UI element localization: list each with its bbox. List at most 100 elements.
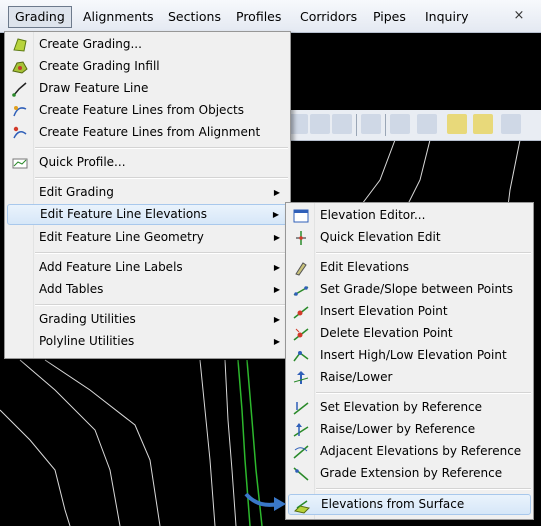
menu-item-label: Add Tables <box>39 282 104 296</box>
feature-lines-from-alignment-icon <box>11 124 28 141</box>
menu-separator <box>35 177 288 179</box>
menu-item-label: Raise/Lower <box>320 370 393 384</box>
menu-item-delete-elevation-point[interactable]: Delete Elevation Point <box>288 323 531 344</box>
menu-pipes[interactable]: Pipes <box>367 7 412 27</box>
menu-item-feature-lines-from-objects[interactable]: Create Feature Lines from Objects <box>7 100 288 121</box>
toolbar-button[interactable] <box>501 114 521 134</box>
menu-item-label: Quick Elevation Edit <box>320 230 441 244</box>
toolbar-button[interactable] <box>447 114 467 134</box>
menu-item-grading-utilities[interactable]: Grading Utilities ▶ <box>7 309 288 330</box>
elevation-editor-icon <box>292 207 309 224</box>
menu-grading[interactable]: Grading <box>8 6 72 28</box>
menu-item-label: Set Grade/Slope between Points <box>320 282 514 296</box>
menu-item-create-grading[interactable]: Create Grading... <box>7 34 288 55</box>
toolbar-button[interactable] <box>390 114 410 134</box>
grade-extension-icon <box>292 465 309 482</box>
menu-item-elevations-from-surface[interactable]: Elevations from Surface <box>288 494 531 515</box>
menu-item-label: Edit Elevations <box>320 260 410 274</box>
menu-sections[interactable]: Sections <box>162 7 227 27</box>
quick-profile-icon <box>11 154 28 171</box>
menu-inquiry[interactable]: Inquiry <box>419 7 474 27</box>
menu-item-label: Insert Elevation Point <box>320 304 448 318</box>
menu-item-polyline-utilities[interactable]: Polyline Utilities ▶ <box>7 331 288 352</box>
raise-lower-by-reference-icon <box>292 421 309 438</box>
menu-item-grade-extension[interactable]: Grade Extension by Reference <box>288 463 531 484</box>
create-grading-icon <box>11 36 28 53</box>
menu-item-elevation-editor[interactable]: Elevation Editor... <box>288 205 531 226</box>
raise-lower-icon <box>292 369 309 386</box>
menu-separator <box>316 252 531 254</box>
toolbar-button[interactable] <box>332 114 352 134</box>
menu-corridors[interactable]: Corridors <box>294 7 363 27</box>
close-icon[interactable]: × <box>512 9 526 23</box>
menu-item-label: Create Feature Lines from Alignment <box>39 125 261 139</box>
menu-item-quick-elevation-edit[interactable]: Quick Elevation Edit <box>288 227 531 248</box>
edit-elevations-icon <box>292 259 309 276</box>
elevations-from-surface-icon <box>293 497 310 514</box>
toolbar-button[interactable] <box>417 114 437 134</box>
menu-item-label: Raise/Lower by Reference <box>320 422 476 436</box>
toolbar-separator <box>356 114 357 136</box>
quick-elevation-edit-icon <box>292 229 309 246</box>
menu-item-label: Grade Extension by Reference <box>320 466 503 480</box>
menu-item-label: Create Grading... <box>39 37 142 51</box>
menu-alignments[interactable]: Alignments <box>77 7 160 27</box>
menu-separator <box>35 304 288 306</box>
toolbar-button[interactable] <box>310 114 330 134</box>
menu-item-label: Create Grading Infill <box>39 59 160 73</box>
menu-item-raise-lower[interactable]: Raise/Lower <box>288 367 531 388</box>
menu-profiles[interactable]: Profiles <box>230 7 287 27</box>
menu-item-label: Set Elevation by Reference <box>320 400 483 414</box>
menu-item-label: Adjacent Elevations by Reference <box>320 444 522 458</box>
menu-item-insert-elevation-point[interactable]: Insert Elevation Point <box>288 301 531 322</box>
toolbar-button[interactable] <box>361 114 381 134</box>
menu-item-edit-elevations[interactable]: Edit Elevations <box>288 257 531 278</box>
submenu-arrow-icon: ▶ <box>273 337 280 346</box>
menu-item-insert-high-low-point[interactable]: Insert High/Low Elevation Point <box>288 345 531 366</box>
menu-item-label: Quick Profile... <box>39 155 126 169</box>
menu-separator <box>35 147 288 149</box>
grading-dropdown-menu: Create Grading... Create Grading Infill … <box>4 31 291 359</box>
menu-item-label: Polyline Utilities <box>39 334 135 348</box>
menu-separator <box>316 488 531 490</box>
toolbar-button[interactable] <box>288 114 308 134</box>
menu-item-label: Insert High/Low Elevation Point <box>320 348 507 362</box>
menu-separator <box>316 392 531 394</box>
menu-item-label: Add Feature Line Labels <box>39 260 183 274</box>
toolbar-separator <box>385 114 386 136</box>
menu-item-raise-lower-by-reference[interactable]: Raise/Lower by Reference <box>288 419 531 440</box>
grading-infill-icon <box>11 58 28 75</box>
menu-item-label: Create Feature Lines from Objects <box>39 103 244 117</box>
toolbar-button[interactable] <box>473 114 493 134</box>
insert-elevation-point-icon <box>292 303 309 320</box>
submenu-arrow-icon: ▶ <box>273 233 280 242</box>
menu-item-label: Delete Elevation Point <box>320 326 453 340</box>
submenu-arrow-icon: ▶ <box>272 210 279 219</box>
menu-separator <box>35 252 288 254</box>
menu-item-add-tables[interactable]: Add Tables ▶ <box>7 279 288 300</box>
pointer-arrow-icon <box>244 492 286 511</box>
menu-item-adjacent-elevations[interactable]: Adjacent Elevations by Reference <box>288 441 531 462</box>
menu-item-set-grade-slope[interactable]: Set Grade/Slope between Points <box>288 279 531 300</box>
menu-item-set-elevation-by-reference[interactable]: Set Elevation by Reference <box>288 397 531 418</box>
menu-item-draw-feature-line[interactable]: Draw Feature Line <box>7 78 288 99</box>
set-grade-slope-icon <box>292 281 309 298</box>
delete-elevation-point-icon <box>292 325 309 342</box>
menu-item-label: Edit Grading <box>39 185 114 199</box>
menu-item-create-grading-infill[interactable]: Create Grading Infill <box>7 56 288 77</box>
menu-item-feature-lines-from-alignment[interactable]: Create Feature Lines from Alignment <box>7 122 288 143</box>
insert-high-low-point-icon <box>292 347 309 364</box>
menu-bar: Grading Alignments Sections Profiles Cor… <box>0 0 541 33</box>
submenu-arrow-icon: ▶ <box>273 315 280 324</box>
adjacent-elevations-icon <box>292 443 309 460</box>
menu-item-add-feature-line-labels[interactable]: Add Feature Line Labels ▶ <box>7 257 288 278</box>
menu-item-label: Draw Feature Line <box>39 81 149 95</box>
menu-item-quick-profile[interactable]: Quick Profile... <box>7 152 288 173</box>
menu-item-edit-feature-line-elevations[interactable]: Edit Feature Line Elevations ▶ <box>7 204 288 225</box>
menu-item-label: Edit Feature Line Geometry <box>39 230 204 244</box>
menu-item-edit-grading[interactable]: Edit Grading ▶ <box>7 182 288 203</box>
menu-item-label: Elevations from Surface <box>321 497 465 511</box>
menu-item-label: Grading Utilities <box>39 312 136 326</box>
menu-item-edit-feature-line-geometry[interactable]: Edit Feature Line Geometry ▶ <box>7 227 288 248</box>
draw-feature-line-icon <box>11 80 28 97</box>
